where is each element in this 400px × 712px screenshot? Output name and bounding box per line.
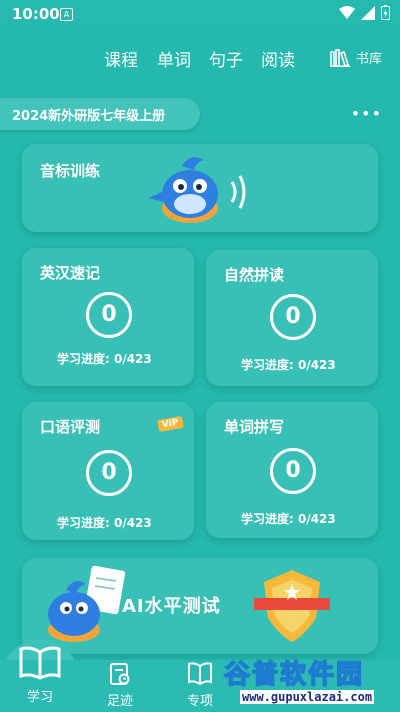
watermark-url: www.gupuxlazai.com bbox=[240, 690, 375, 704]
phonics-title: 音标训练 bbox=[40, 162, 101, 180]
card-title: 单词拼写 bbox=[224, 418, 285, 436]
wifi-icon bbox=[339, 5, 355, 19]
book-title: 2024新外研版七年级上册 bbox=[12, 109, 166, 124]
tab-words[interactable]: 单词 bbox=[157, 46, 191, 71]
tab-sentences[interactable]: 句子 bbox=[209, 46, 243, 71]
progress-count: 0 bbox=[86, 450, 132, 496]
status-bar: 10:00 A bbox=[0, 0, 400, 28]
phonics-spelling-card[interactable]: 自然拼读 0 学习进度: 0/423 bbox=[206, 250, 378, 386]
progress-count: 0 bbox=[86, 292, 132, 338]
signal-icon bbox=[361, 5, 375, 20]
book-selector[interactable]: 2024新外研版七年级上册 bbox=[0, 98, 200, 130]
book-icon bbox=[19, 646, 61, 680]
bird-mascot-icon bbox=[148, 157, 246, 223]
progress-text: 学习进度: 0/423 bbox=[57, 352, 152, 366]
progress-text: 学习进度: 0/423 bbox=[57, 516, 152, 530]
battery-icon bbox=[381, 5, 390, 20]
ai-test-title: AI水平测试 bbox=[122, 596, 221, 617]
watermark-brand: 谷普软件园 bbox=[223, 659, 365, 691]
tab-footprint[interactable]: 足迹 bbox=[90, 662, 150, 709]
library-label: 书库 bbox=[356, 52, 383, 67]
bird-with-paper-icon bbox=[48, 565, 126, 642]
en-zh-quick-card[interactable]: 英汉速记 0 学习进度: 0/423 bbox=[22, 248, 194, 386]
progress-text: 学习进度: 0/423 bbox=[241, 512, 336, 526]
oral-assessment-card[interactable]: 口语评测 ViP 0 学习进度: 0/423 bbox=[22, 402, 194, 540]
phonics-training-card[interactable]: 音标训练 bbox=[22, 144, 378, 232]
card-title: 口语评测 bbox=[40, 418, 101, 436]
card-title: 自然拼读 bbox=[224, 266, 285, 284]
tab-reading[interactable]: 阅读 bbox=[261, 46, 295, 71]
clock: 10:00 bbox=[12, 5, 60, 23]
progress-text: 学习进度: 0/423 bbox=[241, 358, 336, 372]
progress-count: 0 bbox=[270, 294, 316, 340]
footprint-doc-icon bbox=[110, 663, 130, 685]
sim-icon: A bbox=[60, 8, 73, 21]
library-icon bbox=[330, 48, 350, 67]
vip-badge: ViP bbox=[157, 415, 184, 433]
tab-study[interactable]: 学习 bbox=[0, 646, 80, 705]
tab-label: 足迹 bbox=[106, 694, 133, 709]
library-button[interactable]: 书库 bbox=[330, 48, 382, 67]
word-spelling-card[interactable]: 单词拼写 0 学习进度: 0/423 bbox=[206, 402, 378, 538]
progress-count: 0 bbox=[270, 448, 316, 494]
tab-label: 学习 bbox=[26, 690, 53, 705]
more-options-button[interactable]: ••• bbox=[351, 104, 382, 123]
special-book-icon bbox=[188, 662, 212, 686]
tab-course[interactable]: 课程 bbox=[104, 46, 138, 71]
card-title: 英汉速记 bbox=[40, 264, 101, 282]
top-nav: 课程 单词 句子 阅读 书库 bbox=[0, 40, 400, 80]
status-icons bbox=[339, 5, 390, 20]
watermark: 谷普软件园 www.gupuxlazai.com bbox=[218, 654, 398, 710]
shield-badge-icon bbox=[254, 570, 330, 642]
